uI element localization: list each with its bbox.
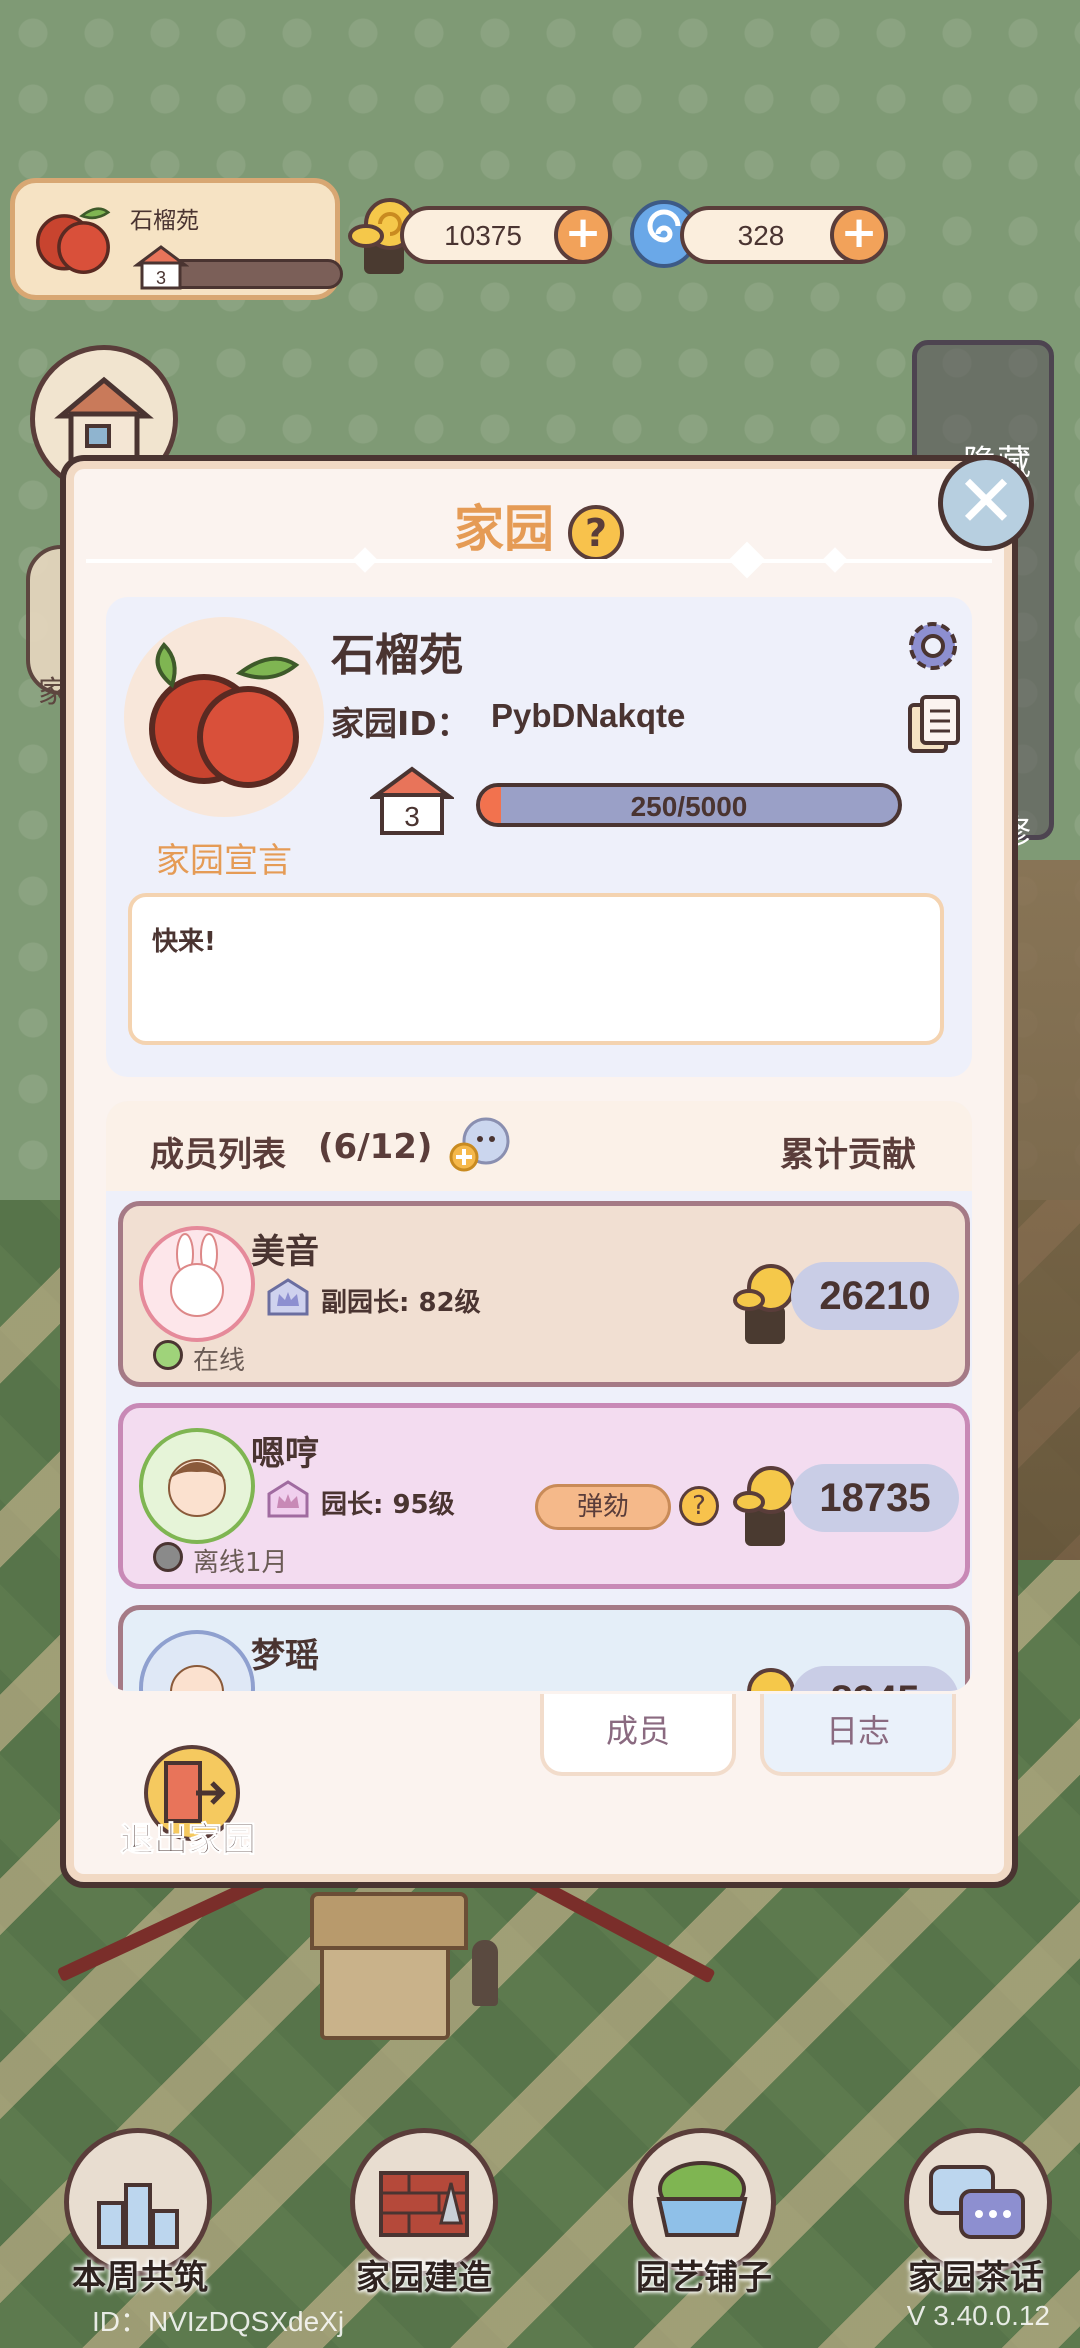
help-icon[interactable]: ? [568, 504, 624, 561]
offline-status-dot [153, 1542, 183, 1572]
member-row[interactable]: 嗯哼 园长: 95级 弹劾 ? 离线1月 18735 [118, 1403, 970, 1589]
member-name: 嗯哼 [251, 1434, 319, 1474]
swirl-currency-value: 328 [737, 220, 785, 251]
swirl-currency: 328 + [680, 206, 888, 264]
member-avatar [139, 1226, 255, 1342]
member-role: 园长: 95级 [321, 1490, 455, 1520]
exit-home-label: 退出家园 [120, 1820, 257, 1861]
home-level: 3 [156, 268, 166, 288]
level-house-icon: 3 [133, 245, 189, 290]
member-list-header: 成员列表 (6/12) 累计贡献 [106, 1101, 972, 1191]
app-version: V 3.40.0.12 [906, 2300, 1050, 2331]
member-count: (6/12) [318, 1127, 433, 1167]
impeach-help-icon[interactable]: ? [679, 1486, 719, 1526]
manifesto-label: 家园宣言 [156, 841, 292, 881]
garden-shop-label: 园艺铺子 [636, 2258, 772, 2298]
member-name: 梦瑶 [251, 1636, 319, 1676]
member-row[interactable]: 梦瑶 成员: 50级 8945 [118, 1605, 970, 1691]
dialog-title-text: 家园 [454, 500, 554, 558]
home-emblem [124, 617, 324, 817]
contribution-label: 累计贡献 [780, 1135, 916, 1175]
member-avatar [139, 1630, 255, 1691]
garden-house[interactable] [310, 1892, 468, 2040]
add-swirl-currency-button[interactable]: + [830, 206, 888, 264]
snail-currency-value: 10375 [444, 220, 522, 251]
member-contribution: 8945 [791, 1678, 959, 1691]
member-contribution: 18735 [819, 1476, 931, 1520]
home-info-card: 家园宣言 石榴苑 家园ID： PybDNakqte 3 250/5000 快来! [106, 597, 972, 1077]
copy-icon[interactable] [906, 695, 962, 757]
home-xp-bar: 250/5000 [476, 783, 902, 827]
member-list: 成员列表 (6/12) 累计贡献 美音 副园长: 82级 在线 26210 嗯哼… [106, 1101, 972, 1691]
pomegranate-icon [36, 207, 111, 274]
contribution-pill: 18735 [791, 1464, 959, 1532]
online-status-dot [153, 1340, 183, 1370]
manifesto-box: 快来! [128, 893, 944, 1045]
home-name: 石榴苑 [331, 630, 463, 681]
manifesto-text: 快来! [152, 927, 216, 957]
member-contribution: 26210 [819, 1274, 931, 1318]
crown-icon [267, 1278, 309, 1316]
pomegranate-icon [149, 642, 300, 788]
home-id: PybDNakqte [491, 697, 686, 734]
weekly-build-label: 本周共筑 [72, 2258, 208, 2298]
member-status: 在线 [193, 1346, 246, 1376]
home-build-label: 家园建造 [356, 2258, 492, 2298]
add-snail-currency-button[interactable]: + [554, 206, 612, 264]
invite-member-icon[interactable] [448, 1115, 514, 1175]
member-name: 美音 [251, 1232, 319, 1272]
home-name: 石榴苑 [130, 208, 199, 234]
member-avatar [139, 1428, 255, 1544]
level-house-icon: 3 [370, 766, 454, 835]
snail-currency: 10375 + [400, 206, 612, 264]
player-id: ID：NVIzDQSXdeXj [92, 2306, 345, 2337]
home-xp-text: 250/5000 [630, 791, 748, 822]
member-row[interactable]: 美音 副园长: 82级 在线 26210 [118, 1201, 970, 1387]
dialog-title: 家园? [66, 489, 1012, 561]
gear-icon[interactable] [902, 615, 964, 677]
title-divider [86, 559, 992, 563]
member-role: 成员: 50级 [321, 1690, 455, 1691]
home-chat-label: 家园茶话 [908, 2258, 1044, 2298]
home-id-label: 家园ID： [331, 704, 470, 743]
home-level: 3 [404, 801, 420, 832]
crown-icon [267, 1480, 309, 1518]
member-status: 离线1月 [193, 1548, 288, 1578]
member-role: 副园长: 82级 [321, 1288, 481, 1318]
impeach-button[interactable]: 弹劾 [535, 1484, 671, 1530]
close-button[interactable]: ✕ [938, 455, 1034, 551]
home-dialog: 家园? 家园宣言 石榴苑 家园ID： PybDNakqte 3 250/5000… [60, 455, 1018, 1888]
member-list-title: 成员列表 [150, 1135, 286, 1175]
home-chip[interactable]: 石榴苑 3 [10, 178, 343, 300]
tab-members[interactable]: 成员 [540, 1694, 736, 1776]
contribution-pill: 26210 [791, 1262, 959, 1330]
tab-log[interactable]: 日志 [760, 1694, 956, 1776]
contribution-pill: 8945 [791, 1666, 959, 1691]
player-character[interactable] [472, 1940, 498, 2006]
